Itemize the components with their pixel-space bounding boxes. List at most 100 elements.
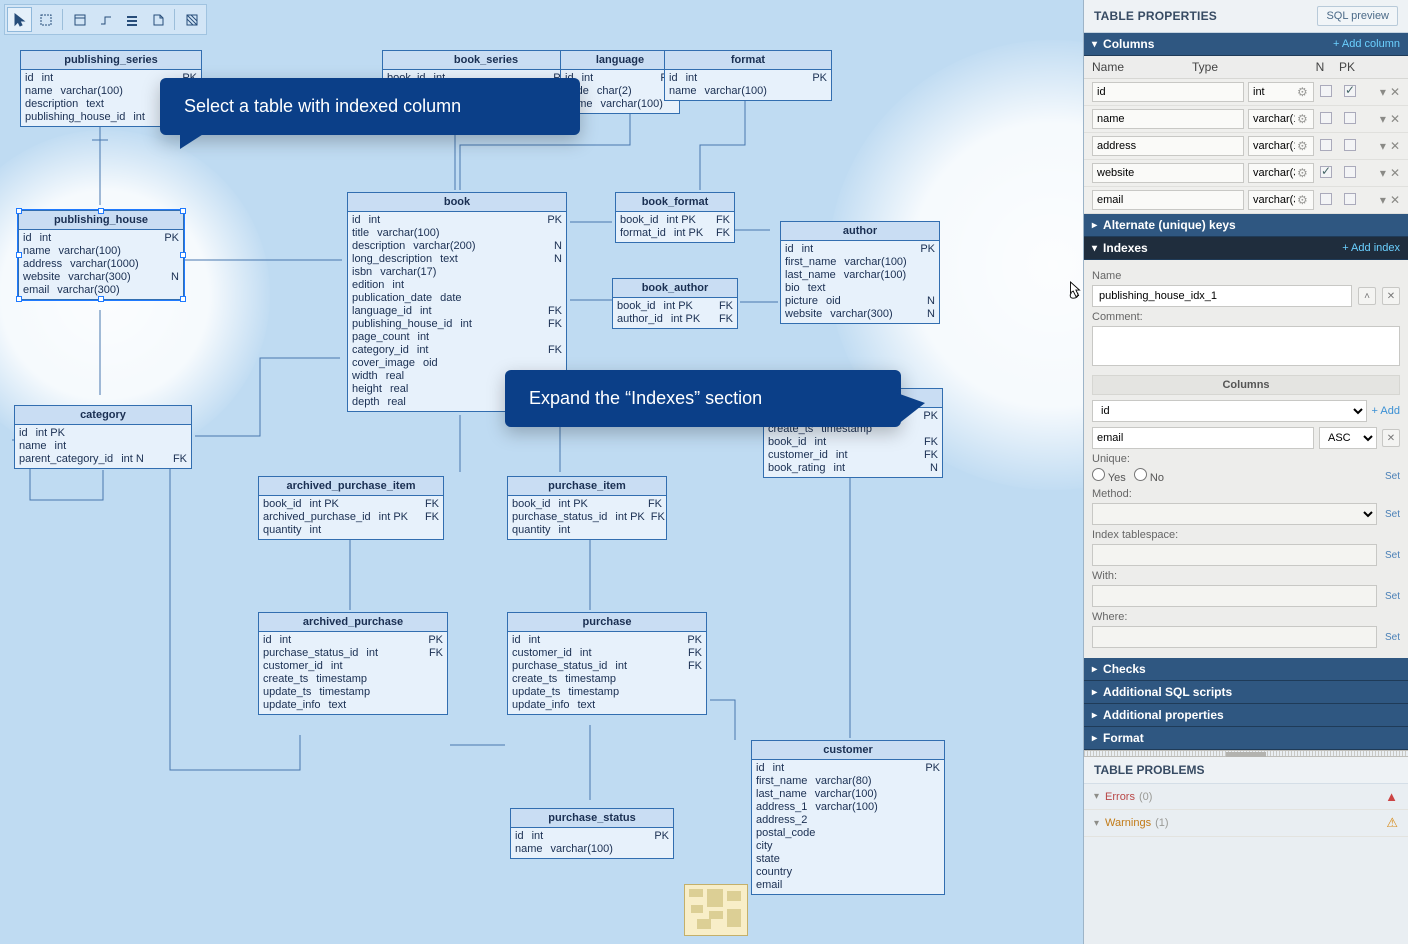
index-comment-input[interactable] [1092,326,1400,366]
reorder-icon[interactable]: ▾ [1380,139,1386,153]
reorder-icon[interactable]: ▾ [1380,193,1386,207]
column-type-input[interactable] [1248,190,1314,210]
er-table-archived_purchase[interactable]: archived_purchaseidintPKpurchase_status_… [258,612,448,715]
minimap[interactable] [684,884,748,936]
selection-handle[interactable] [180,296,186,302]
er-table-category[interactable]: categoryidint PKnameintparent_category_i… [14,405,192,469]
section-format-header[interactable]: ▸Format [1084,727,1408,750]
table-tool[interactable] [67,7,92,32]
remove-column-icon[interactable]: ✕ [1390,139,1400,153]
er-table-title: book_author [613,279,737,298]
reorder-icon[interactable]: ▾ [1380,166,1386,180]
pk-checkbox[interactable] [1344,85,1356,97]
method-set[interactable]: Set [1385,509,1400,520]
where-input[interactable] [1092,626,1377,648]
selection-handle[interactable] [180,252,186,258]
panel-resize-grip[interactable] [1084,750,1408,757]
column-name-input[interactable] [1092,82,1244,102]
add-index-link[interactable]: + Add index [1342,242,1400,254]
pk-checkbox[interactable] [1344,166,1356,178]
column-name-input[interactable] [1092,109,1244,129]
note-tool[interactable] [145,7,170,32]
nullable-checkbox[interactable] [1320,85,1332,97]
er-table-format[interactable]: formatidintPKnamevarchar(100) [664,50,832,101]
column-name-input[interactable] [1092,190,1244,210]
section-alt-keys-header[interactable]: ▸ Alternate (unique) keys [1084,214,1408,237]
er-table-book_format[interactable]: book_formatbook_idint PKFKformat_idint P… [615,192,735,243]
er-column: book_idint PKFK [620,214,730,227]
collapse-index-button[interactable]: ˄ [1358,287,1376,305]
nullable-checkbox[interactable] [1320,193,1332,205]
er-table-book_author[interactable]: book_authorbook_idint PKFKauthor_idint P… [612,278,738,329]
add-column-link[interactable]: + Add column [1333,38,1400,50]
er-column: codechar(2) [565,85,675,98]
nullable-checkbox[interactable] [1320,139,1332,151]
remove-column-icon[interactable]: ✕ [1390,193,1400,207]
with-set[interactable]: Set [1385,591,1400,602]
warning-icon: ⚠ [1386,815,1398,831]
selection-handle[interactable] [98,296,104,302]
index-col1-select[interactable]: id [1092,400,1367,422]
remove-column-icon[interactable]: ✕ [1390,166,1400,180]
tablespace-set[interactable]: Set [1385,550,1400,561]
connector-tool[interactable] [93,7,118,32]
erd-canvas[interactable]: publishing_seriesidintPKnamevarchar(100)… [0,0,1083,944]
reorder-icon[interactable]: ▾ [1380,85,1386,99]
index-name-input[interactable] [1092,285,1352,307]
warnings-row[interactable]: ▾ Warnings (1) ⚠ [1084,810,1408,837]
er-table-purchase_status[interactable]: purchase_statusidintPKnamevarchar(100) [510,808,674,859]
column-name-input[interactable] [1092,136,1244,156]
nullable-checkbox[interactable] [1320,112,1332,124]
add-index-column-link[interactable]: + Add [1372,405,1400,417]
with-input[interactable] [1092,585,1377,607]
column-type-input[interactable] [1248,163,1314,183]
selection-handle[interactable] [98,208,104,214]
remove-column-icon[interactable]: ✕ [1390,85,1400,99]
pk-checkbox[interactable] [1344,139,1356,151]
section-checks-header[interactable]: ▸Checks [1084,658,1408,681]
tablespace-input[interactable] [1092,544,1377,566]
index-col2-dir[interactable]: ASC [1319,427,1377,449]
marquee-tool[interactable] [33,7,58,32]
er-table-publishing_house[interactable]: publishing_houseidintPKnamevarchar(100)a… [18,210,184,300]
hatch-tool[interactable] [179,7,204,32]
er-column: idintPK [263,634,443,647]
er-table-archived_purchase_item[interactable]: archived_purchase_itembook_idint PKFKarc… [258,476,444,540]
pk-checkbox[interactable] [1344,193,1356,205]
errors-row[interactable]: ▾ Errors (0) ▲ [1084,784,1408,810]
er-column: update_infotext [512,699,702,712]
section-indexes-header[interactable]: ▾ Indexes + Add index [1084,237,1408,260]
er-table-purchase_item[interactable]: purchase_itembook_idint PKFKpurchase_sta… [507,476,667,540]
remove-index-col-button[interactable]: ✕ [1382,429,1400,447]
section-columns-header[interactable]: ▾ Columns + Add column [1084,33,1408,56]
reorder-icon[interactable]: ▾ [1380,112,1386,126]
remove-column-icon[interactable]: ✕ [1390,112,1400,126]
er-table-customer[interactable]: customeridintPKfirst_namevarchar(80)last… [751,740,945,895]
index-col2-input[interactable] [1092,427,1314,449]
sql-preview-button[interactable]: SQL preview [1317,6,1398,26]
remove-index-button[interactable]: ✕ [1382,287,1400,305]
list-tool[interactable] [119,7,144,32]
nullable-checkbox[interactable] [1320,166,1332,178]
selection-handle[interactable] [180,208,186,214]
er-table-purchase[interactable]: purchaseidintPKcustomer_idintFKpurchase_… [507,612,707,715]
column-type-input[interactable] [1248,82,1314,102]
column-name-input[interactable] [1092,163,1244,183]
unique-set[interactable]: Set [1385,471,1400,482]
er-table-author[interactable]: authoridintPKfirst_namevarchar(100)last_… [780,221,940,324]
method-select[interactable] [1092,503,1377,525]
unique-no[interactable]: No [1134,468,1164,484]
selection-handle[interactable] [16,296,22,302]
pk-checkbox[interactable] [1344,112,1356,124]
column-type-input[interactable] [1248,109,1314,129]
selection-handle[interactable] [16,208,22,214]
er-column: city [756,840,940,853]
section-scripts-header[interactable]: ▸Additional SQL scripts [1084,681,1408,704]
unique-yes[interactable]: Yes [1092,468,1126,484]
pointer-tool[interactable] [7,7,32,32]
selection-handle[interactable] [16,252,22,258]
column-type-input[interactable] [1248,136,1314,156]
where-set[interactable]: Set [1385,632,1400,643]
section-props-header[interactable]: ▸Additional properties [1084,704,1408,727]
er-column: last_namevarchar(100) [785,269,935,282]
